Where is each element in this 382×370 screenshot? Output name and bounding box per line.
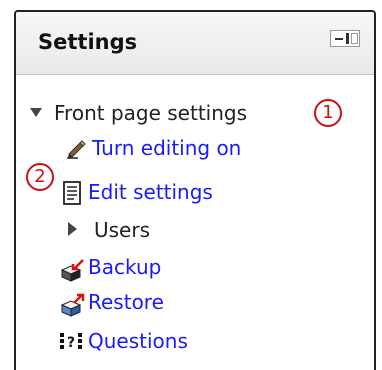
backup-box-icon [60, 259, 84, 282]
settings-block: Settings Front page settings Turn editin… [14, 10, 376, 370]
page-frame: Settings Front page settings Turn editin… [0, 0, 382, 370]
triangle-down-icon[interactable] [30, 108, 42, 117]
tree-item-front-page[interactable]: Front page settings [54, 100, 247, 126]
restore-box-icon [60, 293, 85, 317]
pencil-edit-icon [67, 140, 86, 159]
block-title: Settings [38, 30, 138, 54]
questions-link[interactable]: Questions [88, 329, 188, 353]
backup-link[interactable]: Backup [88, 255, 161, 279]
front-page-label: Front page settings [54, 101, 248, 125]
tree-item-restore[interactable]: Restore [88, 289, 164, 315]
svg-text:?: ? [67, 335, 75, 351]
tree-item-backup[interactable]: Backup [88, 254, 161, 280]
triangle-right-icon[interactable] [68, 222, 77, 236]
restore-link[interactable]: Restore [88, 290, 164, 314]
tree-item-users[interactable]: Users [94, 217, 150, 243]
tree-item-questions[interactable]: Questions [88, 328, 188, 354]
callout-2: 2 [26, 163, 54, 191]
tree-item-turn-editing[interactable]: Turn editing on [92, 135, 241, 161]
users-label: Users [94, 218, 151, 242]
questions-icon: ? [60, 333, 82, 351]
block-header: Settings [16, 12, 374, 75]
edit-settings-link[interactable]: Edit settings [88, 180, 213, 204]
callout-1: 1 [314, 99, 342, 127]
turn-editing-link[interactable]: Turn editing on [92, 136, 241, 160]
dock-block-icon[interactable] [330, 30, 360, 47]
document-settings-icon [63, 181, 81, 205]
tree-item-edit-settings[interactable]: Edit settings [88, 179, 213, 205]
